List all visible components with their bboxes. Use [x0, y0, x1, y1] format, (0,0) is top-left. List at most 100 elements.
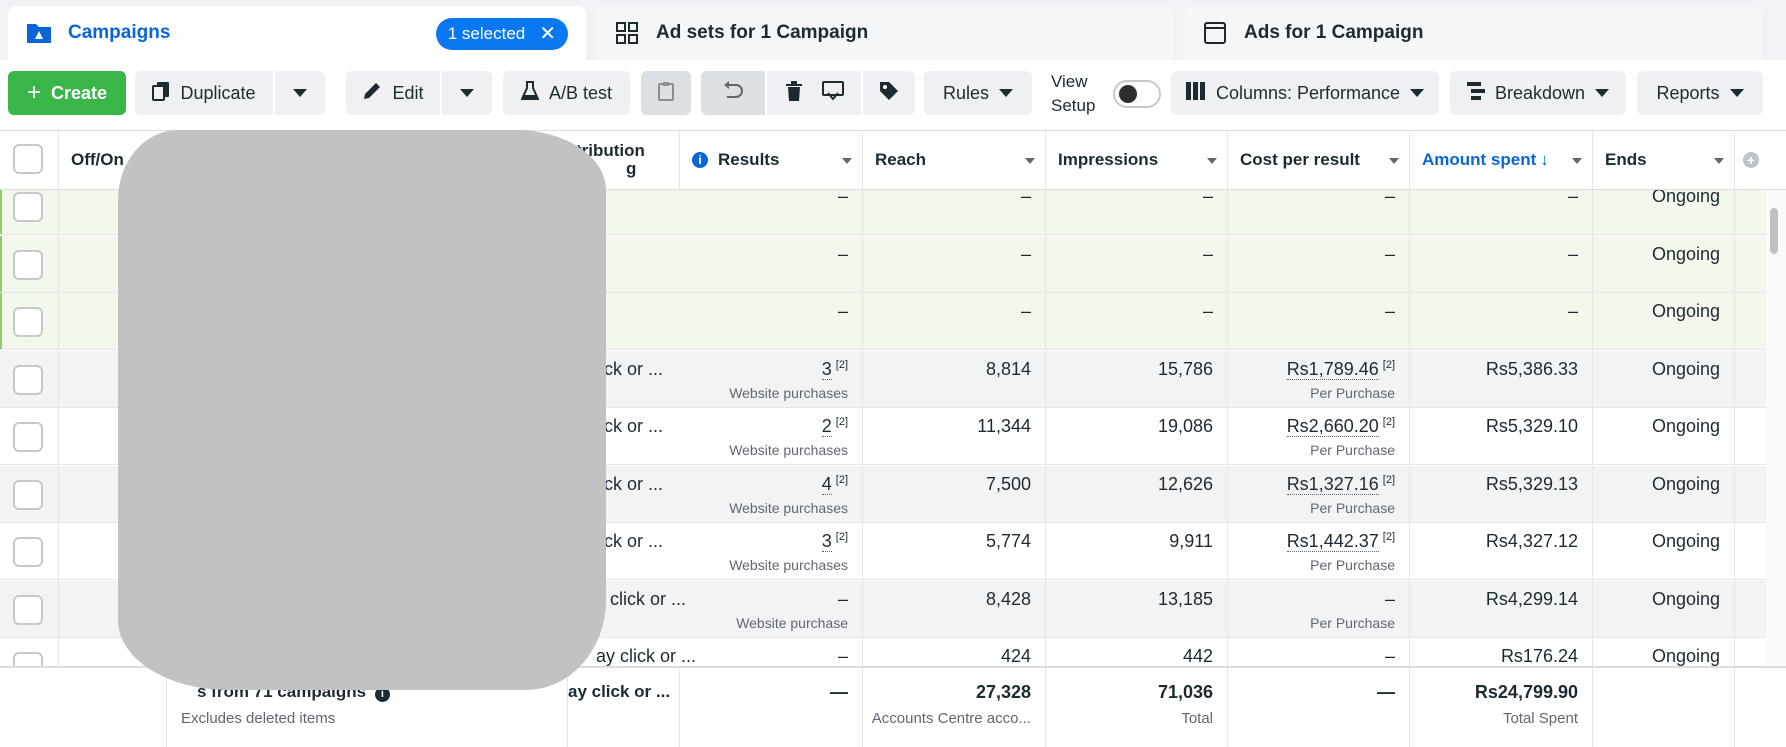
cost-value[interactable]: –: [1385, 190, 1395, 206]
view-setup-toggle[interactable]: [1113, 80, 1161, 108]
column-header-results[interactable]: i Results: [680, 131, 863, 189]
results-value[interactable]: –: [838, 589, 848, 609]
cost-value[interactable]: Rs2,660.20: [1286, 416, 1379, 437]
ab-test-button[interactable]: A/B test: [503, 71, 630, 115]
tab-campaigns[interactable]: Campaigns 1 selected ✕: [8, 6, 586, 60]
edit-dropdown-button[interactable]: [442, 71, 492, 115]
impressions-cell: 19,086: [1046, 408, 1228, 465]
results-subtext: Website purchase: [736, 614, 848, 631]
ad-window-icon: [1202, 20, 1228, 46]
duplicate-button[interactable]: Duplicate: [135, 71, 273, 115]
column-header-reach[interactable]: Reach: [863, 131, 1046, 189]
create-button[interactable]: + Create: [8, 71, 126, 115]
row-checkbox[interactable]: [13, 594, 43, 625]
ends-value: Ongoing: [1651, 243, 1720, 264]
footer-attribution-value: ay click or ...: [568, 682, 671, 701]
impressions-value: 19,086: [1157, 416, 1213, 436]
clipboard-icon: [657, 81, 675, 106]
sort-caret-icon[interactable]: [1714, 158, 1724, 164]
tag-button[interactable]: [863, 71, 915, 115]
sort-caret-icon[interactable]: [1207, 158, 1217, 164]
reach-value: 11,344: [977, 416, 1031, 436]
reports-button[interactable]: Reports: [1637, 71, 1763, 115]
amount-spent-cell: –: [1410, 235, 1593, 293]
cost-value-wrap: Rs2,660.20 [2]: [1286, 416, 1395, 437]
tab-campaigns-label: Campaigns: [68, 22, 171, 43]
reach-value: –: [1020, 190, 1031, 206]
results-value[interactable]: 3: [821, 531, 832, 552]
clear-selection-close-icon[interactable]: ✕: [539, 24, 556, 44]
column-header-amount-spent[interactable]: Amount spent ↓: [1410, 131, 1593, 189]
duplicate-dropdown-button[interactable]: [275, 71, 325, 115]
results-value-wrap: –: [838, 589, 848, 610]
sort-caret-icon[interactable]: [842, 158, 852, 164]
ends-value: Ongoing: [1651, 531, 1720, 551]
results-cell: –: [680, 190, 863, 235]
cost-value[interactable]: –: [1385, 589, 1395, 609]
amount-spent-cell: Rs5,329.10: [1410, 408, 1593, 465]
row-checkbox[interactable]: [13, 537, 43, 567]
reach-value: –: [1020, 301, 1031, 321]
toolbar: + Create Duplicate Edit A/B test Rules V…: [0, 60, 1786, 130]
results-value[interactable]: 4: [821, 473, 832, 495]
scrollbar-thumb[interactable]: [1770, 208, 1778, 254]
cost-value[interactable]: –: [1385, 244, 1395, 264]
footnote-marker: [2]: [1382, 358, 1395, 371]
duplicate-label: Duplicate: [180, 82, 256, 103]
ends-cell: Ongoing: [1593, 235, 1735, 293]
attribution-setting-cell: lick or ...: [596, 416, 664, 436]
tab-ads[interactable]: Ads for 1 Campaign: [1184, 6, 1762, 60]
preview-button[interactable]: [805, 71, 861, 115]
cost-value[interactable]: –: [1385, 301, 1395, 321]
footer-cost-value: —: [1377, 682, 1395, 702]
tab-ad-sets[interactable]: Ad sets for 1 Campaign: [596, 6, 1174, 60]
row-checkbox[interactable]: [13, 307, 43, 337]
sort-caret-icon[interactable]: [1572, 158, 1582, 164]
footer-amount-cell: Rs24,799.90 Total Spent: [1410, 668, 1593, 747]
breakdown-button[interactable]: Breakdown: [1450, 71, 1626, 115]
row-checkbox[interactable]: [13, 249, 43, 280]
results-value[interactable]: –: [838, 190, 848, 206]
add-column-plus-icon[interactable]: +: [1743, 152, 1759, 168]
columns-button[interactable]: Columns: Performance: [1171, 71, 1439, 115]
cost-value[interactable]: Rs1,327.16: [1286, 473, 1379, 495]
edit-button[interactable]: Edit: [346, 71, 440, 115]
chevron-down-icon: [1729, 89, 1744, 97]
results-value[interactable]: –: [838, 301, 848, 321]
rules-button[interactable]: Rules: [924, 71, 1032, 115]
cost-value[interactable]: Rs1,789.46: [1286, 358, 1379, 380]
row-checkbox[interactable]: [13, 422, 43, 452]
footer-reach-value: 27,328: [975, 682, 1031, 702]
results-value[interactable]: 3: [821, 358, 832, 380]
cost-value[interactable]: –: [1385, 646, 1395, 666]
cost-value-wrap: –: [1385, 301, 1395, 322]
results-value-wrap: –: [838, 190, 848, 207]
row-checkbox[interactable]: [13, 479, 43, 510]
column-header-cost-per-result[interactable]: Cost per result: [1228, 131, 1410, 189]
clipboard-button[interactable]: [641, 71, 691, 115]
vertical-scrollbar[interactable]: [1766, 190, 1786, 668]
undo-button[interactable]: [701, 71, 765, 115]
row-checkbox[interactable]: [13, 364, 43, 395]
results-value[interactable]: 2: [821, 416, 832, 437]
selected-count-badge[interactable]: 1 selected ✕: [435, 18, 568, 50]
column-header-ends[interactable]: Ends: [1593, 131, 1735, 189]
sort-caret-icon[interactable]: [1389, 158, 1399, 164]
results-value[interactable]: –: [838, 244, 848, 264]
attribution-setting-cell: y click or ...: [596, 588, 687, 609]
info-icon[interactable]: i: [692, 152, 708, 168]
cost-value[interactable]: Rs1,442.37: [1286, 531, 1379, 552]
row-checkbox[interactable]: [13, 192, 43, 222]
footnote-marker: [2]: [835, 358, 848, 371]
results-value[interactable]: –: [838, 646, 848, 666]
sort-caret-icon[interactable]: [1025, 158, 1035, 164]
footer-impressions-value: 71,036: [1157, 682, 1213, 702]
select-all-checkbox[interactable]: [13, 144, 43, 174]
column-header-impressions[interactable]: Impressions: [1046, 131, 1228, 189]
plus-icon: +: [26, 79, 41, 106]
impressions-value: 13,185: [1157, 588, 1213, 609]
ends-cell: Ongoing: [1593, 190, 1735, 235]
tab-ads-label: Ads for 1 Campaign: [1244, 22, 1424, 43]
footer-attribution-cell: ay click or ...: [568, 668, 680, 747]
add-column-header[interactable]: +: [1735, 131, 1768, 189]
